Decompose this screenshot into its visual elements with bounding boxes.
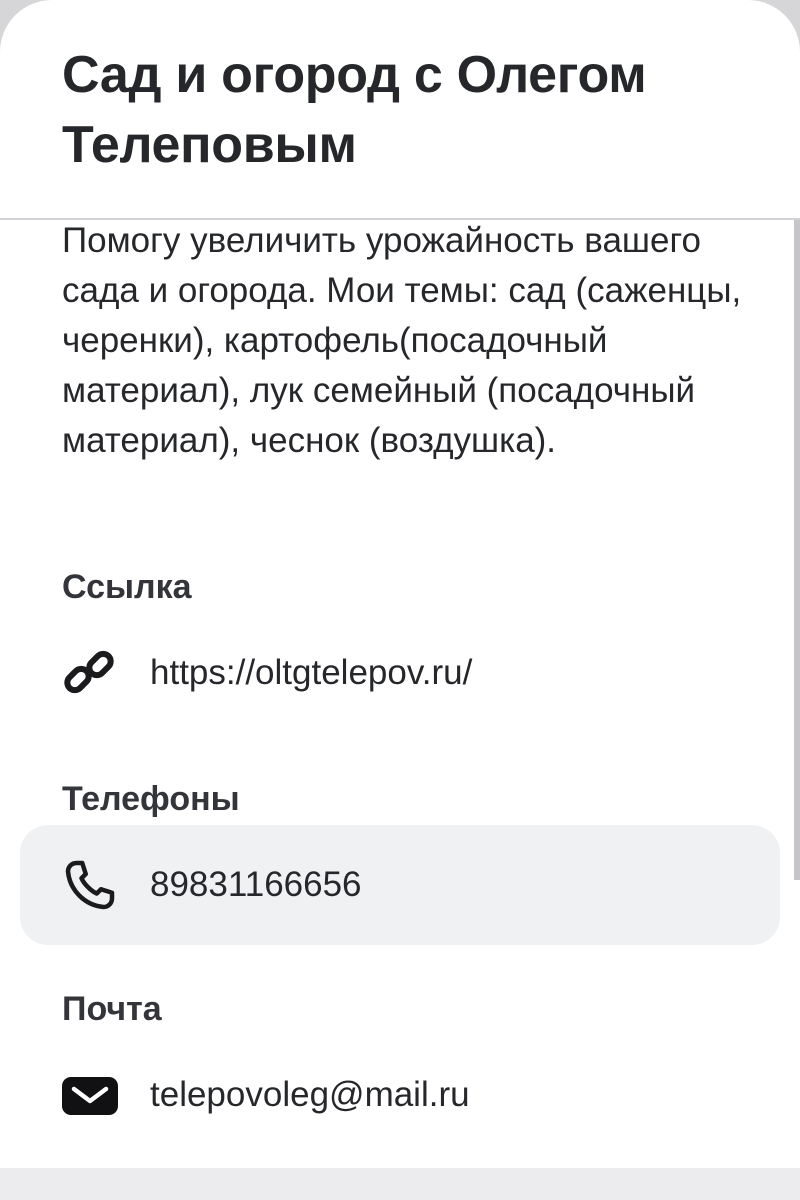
phone-icon — [60, 855, 120, 915]
email-value[interactable]: telepovoleg@mail.ru — [150, 1035, 470, 1155]
phone-row[interactable]: 89831166656 — [20, 825, 780, 945]
page-title: Сад и огород с Олегом Телеповым — [62, 46, 647, 174]
profile-description: Помогу увеличить урожайность вашего сада… — [62, 221, 742, 460]
email-section-title: Почта — [62, 990, 162, 1028]
link-value[interactable]: https://oltgtelepov.ru/ — [150, 613, 472, 733]
contact-info-sheet: Сад и огород с Олегом Телеповым Помогу у… — [0, 0, 800, 1168]
link-section-title: Ссылка — [62, 568, 192, 606]
email-row[interactable]: telepovoleg@mail.ru — [20, 1035, 780, 1155]
phone-value[interactable]: 89831166656 — [150, 825, 362, 945]
link-icon — [60, 643, 120, 703]
bottom-bar — [0, 1168, 800, 1200]
phones-section-title: Телефоны — [62, 780, 240, 818]
link-row[interactable]: https://oltgtelepov.ru/ — [20, 613, 780, 733]
mail-icon — [60, 1065, 120, 1125]
scrollbar[interactable] — [794, 220, 800, 880]
